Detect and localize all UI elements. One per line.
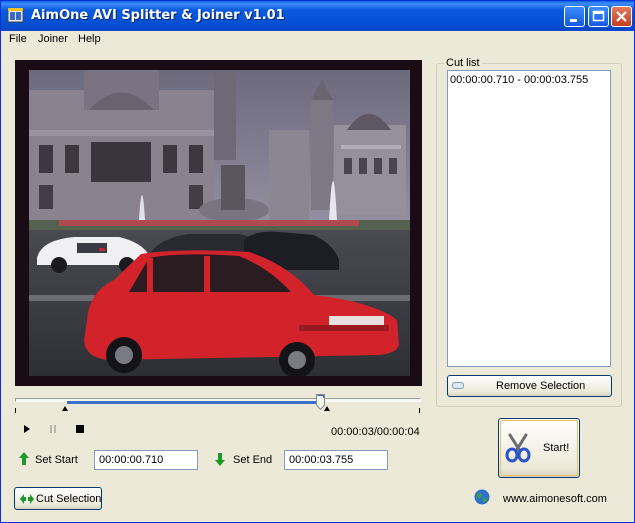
slider-tick [419, 408, 420, 413]
video-preview [15, 60, 422, 386]
menu-joiner[interactable]: Joiner [38, 33, 68, 45]
stop-icon[interactable] [72, 421, 88, 437]
minimize-icon [570, 19, 577, 22]
remove-icon [452, 382, 464, 389]
menu-file[interactable]: File [9, 33, 27, 45]
close-button[interactable] [611, 6, 632, 27]
selection-end-marker [324, 406, 330, 411]
time-display: 00:00:03/00:00:04 [331, 426, 420, 438]
remove-selection-label: Remove Selection [496, 380, 586, 392]
slider-tick [15, 408, 16, 413]
pause-icon[interactable] [45, 421, 61, 437]
cut-list-group: Cut list 00:00:00.710 - 00:00:03.755 Rem… [436, 57, 622, 407]
set-end-arrow-icon[interactable] [214, 451, 226, 467]
cut-selection-button[interactable]: Cut Selection [14, 487, 102, 510]
main-window: AimOne AVI Splitter & Joiner v1.01 File … [0, 0, 635, 523]
window-title: AimOne AVI Splitter & Joiner v1.01 [31, 8, 285, 23]
start-time-field[interactable]: 00:00:00.710 [94, 450, 198, 470]
scissors-icon [505, 433, 531, 463]
maximize-button[interactable] [588, 6, 609, 27]
cut-list-box[interactable]: 00:00:00.710 - 00:00:03.755 [447, 70, 611, 367]
remove-selection-button[interactable]: Remove Selection [447, 375, 612, 397]
close-icon [616, 11, 627, 22]
video-frame [29, 70, 410, 376]
start-button[interactable]: Start! [498, 418, 580, 478]
cut-list-item[interactable]: 00:00:00.710 - 00:00:03.755 [450, 74, 588, 86]
start-button-label: Start! [543, 442, 570, 454]
app-icon [7, 8, 24, 23]
globe-icon [474, 489, 490, 505]
street-scene-image [29, 70, 410, 376]
maximize-icon [592, 10, 605, 22]
menu-bar: File Joiner Help [1, 31, 634, 49]
selection-start-marker [62, 406, 68, 411]
cut-arrows-icon [20, 494, 34, 504]
end-time-field[interactable]: 00:00:03.755 [284, 450, 388, 470]
title-bar[interactable]: AimOne AVI Splitter & Joiner v1.01 [1, 1, 634, 31]
cut-list-legend: Cut list [444, 57, 482, 69]
menu-help[interactable]: Help [78, 33, 101, 45]
cut-selection-label: Cut Selection [36, 493, 102, 505]
play-icon[interactable] [19, 421, 35, 437]
timeline-selection-range [67, 401, 319, 404]
website-link[interactable]: www.aimonesoft.com [503, 493, 607, 505]
set-start-arrow-icon[interactable] [18, 451, 30, 467]
set-end-label[interactable]: Set End [233, 454, 272, 466]
set-start-label[interactable]: Set Start [35, 454, 78, 466]
minimize-button[interactable] [564, 6, 585, 27]
